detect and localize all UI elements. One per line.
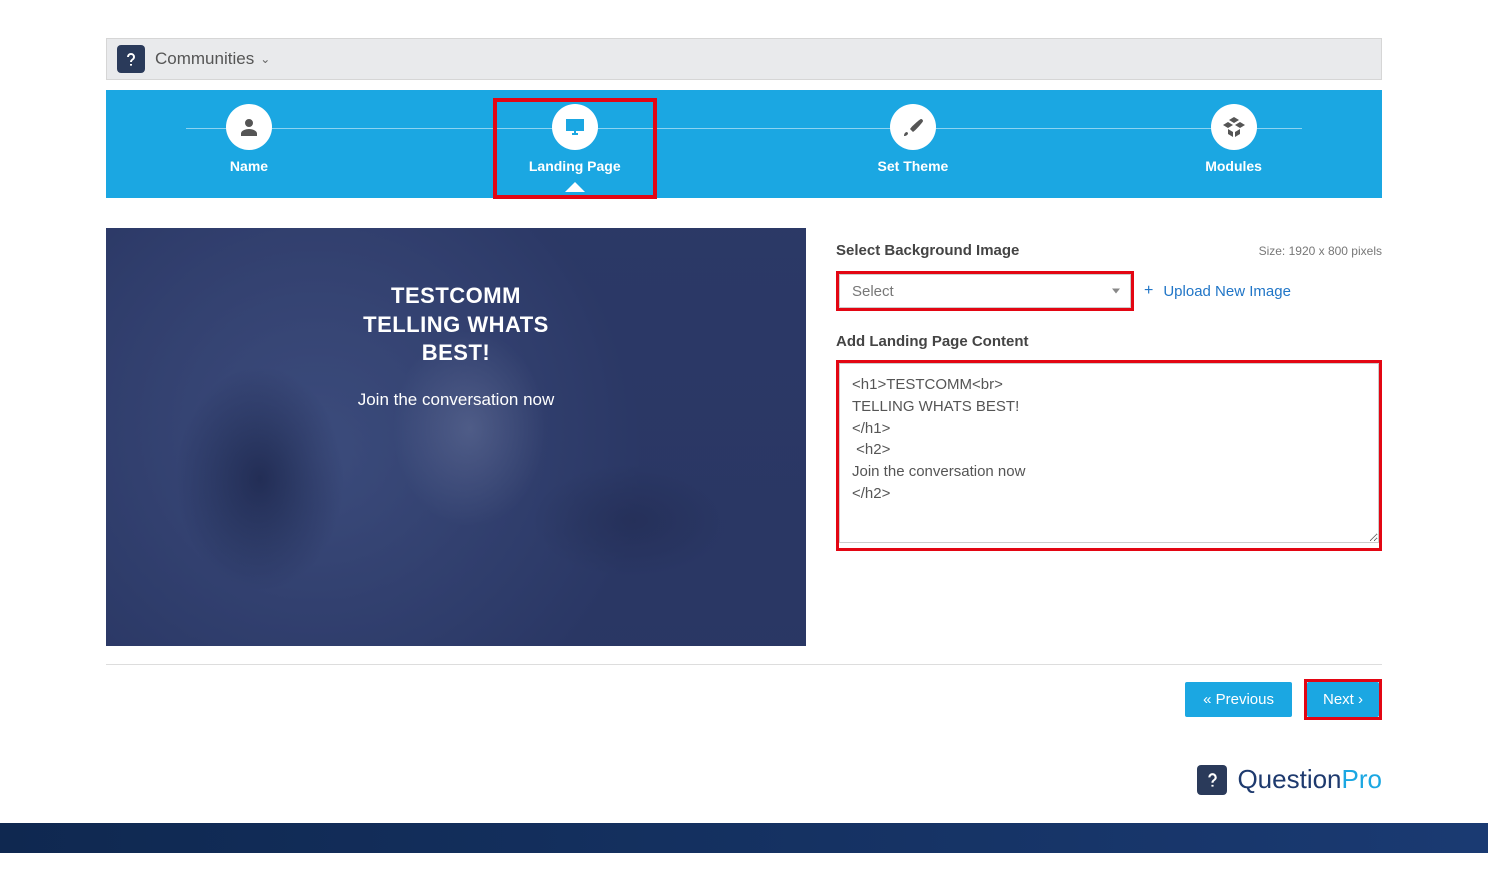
cubes-icon [1211,104,1257,150]
monitor-icon [552,104,598,150]
wizard-step-modules[interactable]: Modules [1205,104,1262,174]
brand-mark-icon [117,45,145,73]
wizard-step-label: Modules [1205,158,1262,174]
person-icon [226,104,272,150]
communities-dropdown[interactable]: Communities ⌄ [155,49,270,69]
landing-page-content-textarea[interactable] [839,363,1379,543]
select-background-label: Select Background Image [836,242,1019,259]
wizard-step-landing-page[interactable]: Landing Page [529,104,621,174]
background-size-hint: Size: 1920 x 800 pixels [1259,244,1382,258]
plus-icon: + [1144,282,1153,300]
brand-word-b: Pro [1342,764,1382,794]
brand-logo-icon [1197,765,1227,795]
next-button[interactable]: Next › [1307,682,1379,717]
brush-icon [890,104,936,150]
communities-dropdown-label: Communities [155,49,254,69]
landing-page-controls: Select Background Image Size: 1920 x 800… [836,228,1382,551]
brand-wordmark: QuestionPro [1237,764,1382,795]
background-select-value: Select [852,283,894,300]
page-bottom-bar [0,823,1488,853]
top-bar: Communities ⌄ [106,38,1382,80]
wizard-step-label: Name [230,158,268,174]
upload-new-image-link[interactable]: Upload New Image [1163,283,1291,300]
wizard-header: Name Landing Page Set Theme Modules [106,90,1382,198]
wizard-step-label: Set Theme [878,158,949,174]
preview-subheading: Join the conversation now [126,390,786,410]
next-button-highlight: Next › [1304,679,1382,720]
add-content-label: Add Landing Page Content [836,333,1382,350]
background-select-highlight: Select [836,271,1134,311]
previous-button[interactable]: « Previous [1185,682,1292,717]
wizard-footer: « Previous Next › [106,664,1382,734]
brand-word-a: Question [1237,764,1341,794]
wizard-step-name[interactable]: Name [226,104,272,174]
main-content: TESTCOMM TELLING WHATS BEST! Join the co… [106,228,1382,646]
content-textarea-highlight [836,360,1382,551]
landing-page-preview: TESTCOMM TELLING WHATS BEST! Join the co… [106,228,806,646]
wizard-step-set-theme[interactable]: Set Theme [878,104,949,174]
wizard-step-label: Landing Page [529,158,621,174]
background-image-select[interactable]: Select [839,274,1131,308]
questionpro-brand: QuestionPro [106,764,1382,795]
chevron-down-icon: ⌄ [260,52,270,66]
preview-heading: TESTCOMM TELLING WHATS BEST! [126,282,786,368]
active-step-indicator-icon [565,182,585,192]
